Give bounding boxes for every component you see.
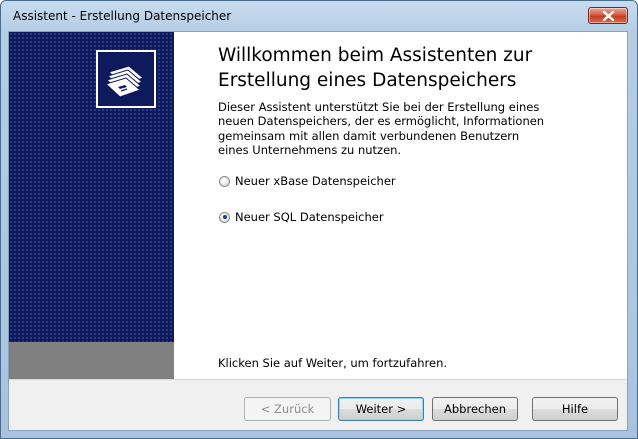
logo-frame [96,50,156,108]
next-button[interactable]: Weiter > [338,397,424,421]
page-title-line-2: Erstellung eines Datenspeichers [218,70,517,91]
wizard-content: Willkommen beim Assistenten zur Erstellu… [8,31,628,431]
option-xbase[interactable]: Neuer xBase Datenspeicher [219,174,396,188]
side-banner [9,32,174,342]
page-title-line-1: Willkommen beim Assistenten zur [218,45,533,66]
option-sql[interactable]: Neuer SQL Datenspeicher [219,210,384,224]
option-sql-label: Neuer SQL Datenspeicher [235,210,384,224]
continue-hint: Klicken Sie auf Weiter, um fortzufahren. [218,356,448,370]
close-button[interactable] [588,7,628,24]
window-title: Assistent - Erstellung Datenspeicher [13,9,232,23]
option-xbase-label: Neuer xBase Datenspeicher [235,174,396,188]
cancel-button[interactable]: Abbrechen [432,397,518,421]
description-text: Dieser Assistent unterstützt Sie bei der… [218,100,545,157]
database-cards-icon [105,65,144,98]
button-bar: < Zurück Weiter > Abbrechen Hilfe [9,379,627,430]
wizard-window: Assistent - Erstellung Datenspeicher Wil… [0,0,638,439]
radio-sql[interactable] [219,211,230,223]
help-button[interactable]: Hilfe [532,397,618,421]
title-bar[interactable]: Assistent - Erstellung Datenspeicher [1,1,637,30]
page-title: Willkommen beim Assistenten zur Erstellu… [218,43,598,93]
back-button[interactable]: < Zurück [244,397,331,421]
side-banner-footer [9,342,174,379]
radio-xbase[interactable] [219,175,230,187]
close-icon [602,11,615,21]
